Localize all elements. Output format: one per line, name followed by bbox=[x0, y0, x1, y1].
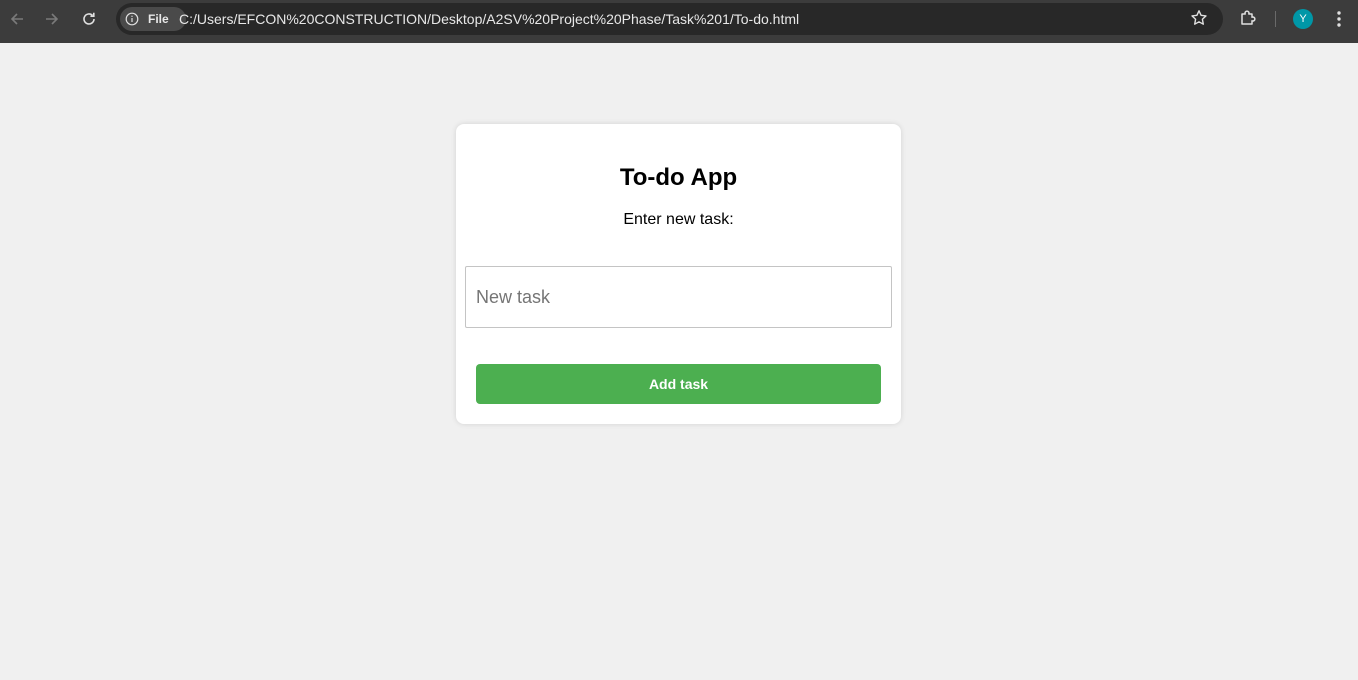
toolbar-divider bbox=[1275, 11, 1276, 27]
forward-button[interactable] bbox=[40, 7, 64, 31]
star-icon bbox=[1191, 10, 1207, 25]
bookmark-button[interactable] bbox=[1190, 9, 1210, 29]
extensions-button[interactable] bbox=[1238, 8, 1260, 30]
back-button[interactable] bbox=[5, 7, 29, 31]
reload-button[interactable] bbox=[77, 7, 101, 31]
todo-card: To-do App Enter new task: Add task bbox=[456, 124, 901, 424]
site-info-label: File bbox=[148, 12, 169, 26]
browser-menu-button[interactable] bbox=[1331, 9, 1347, 29]
arrow-right-icon bbox=[46, 13, 59, 25]
reload-icon bbox=[83, 12, 95, 25]
arrow-left-icon bbox=[10, 13, 23, 25]
url-text[interactable]: C:/Users/EFCON%20CONSTRUCTION/Desktop/A2… bbox=[179, 11, 799, 27]
browser-toolbar: File C:/Users/EFCON%20CONSTRUCTION/Deskt… bbox=[0, 0, 1358, 43]
new-task-input[interactable] bbox=[465, 266, 892, 328]
address-bar[interactable]: File C:/Users/EFCON%20CONSTRUCTION/Deskt… bbox=[116, 3, 1223, 35]
site-info-chip[interactable]: File bbox=[120, 7, 186, 31]
profile-avatar[interactable]: Y bbox=[1293, 9, 1313, 29]
puzzle-icon bbox=[1241, 10, 1256, 25]
kebab-menu-icon bbox=[1337, 11, 1341, 27]
app-title: To-do App bbox=[619, 164, 738, 191]
info-icon bbox=[125, 12, 139, 26]
add-task-button[interactable]: Add task bbox=[476, 364, 881, 404]
task-prompt-label: Enter new task: bbox=[623, 211, 734, 228]
